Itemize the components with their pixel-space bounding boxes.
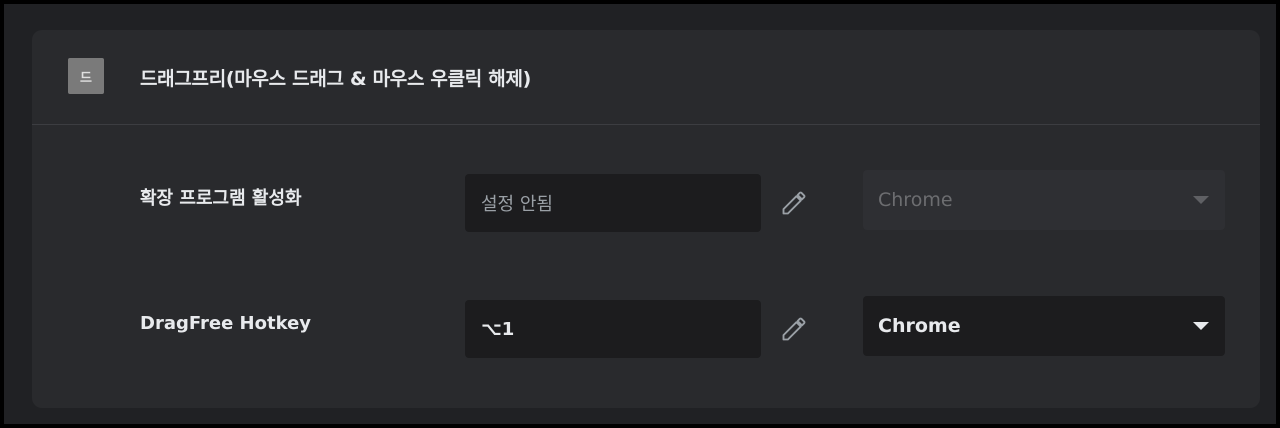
shortcut-label-activate: 확장 프로그램 활성화 <box>140 188 302 209</box>
shortcut-input-activate[interactable]: 설정 안됨 <box>465 174 761 232</box>
chevron-down-icon <box>1193 322 1209 330</box>
shortcut-input-hotkey[interactable]: ⌥1 <box>465 300 761 358</box>
extension-card: 드 드래그프리(마우스 드래그 & 마우스 우클릭 해제) 확장 프로그램 활성… <box>32 30 1260 408</box>
extension-icon: 드 <box>68 58 104 94</box>
page-background: 드 드래그프리(마우스 드래그 & 마우스 우클릭 해제) 확장 프로그램 활성… <box>4 4 1276 424</box>
scope-select-value: Chrome <box>878 189 953 211</box>
pencil-icon <box>782 191 806 215</box>
shortcut-label-hotkey: DragFree Hotkey <box>140 313 312 334</box>
edit-shortcut-button-activate[interactable] <box>776 185 812 221</box>
edit-shortcut-button-hotkey[interactable] <box>776 311 812 347</box>
pencil-icon <box>782 317 806 341</box>
extension-icon-text: 드 <box>80 70 92 86</box>
extension-header: 드 드래그프리(마우스 드래그 & 마우스 우클릭 해제) <box>32 30 1260 125</box>
scope-select-hotkey[interactable]: Chrome <box>863 296 1225 356</box>
extension-title: 드래그프리(마우스 드래그 & 마우스 우클릭 해제) <box>140 68 532 90</box>
scope-select-value: Chrome <box>878 315 961 337</box>
chevron-down-icon <box>1193 196 1209 204</box>
scope-select-activate: Chrome <box>863 170 1225 230</box>
